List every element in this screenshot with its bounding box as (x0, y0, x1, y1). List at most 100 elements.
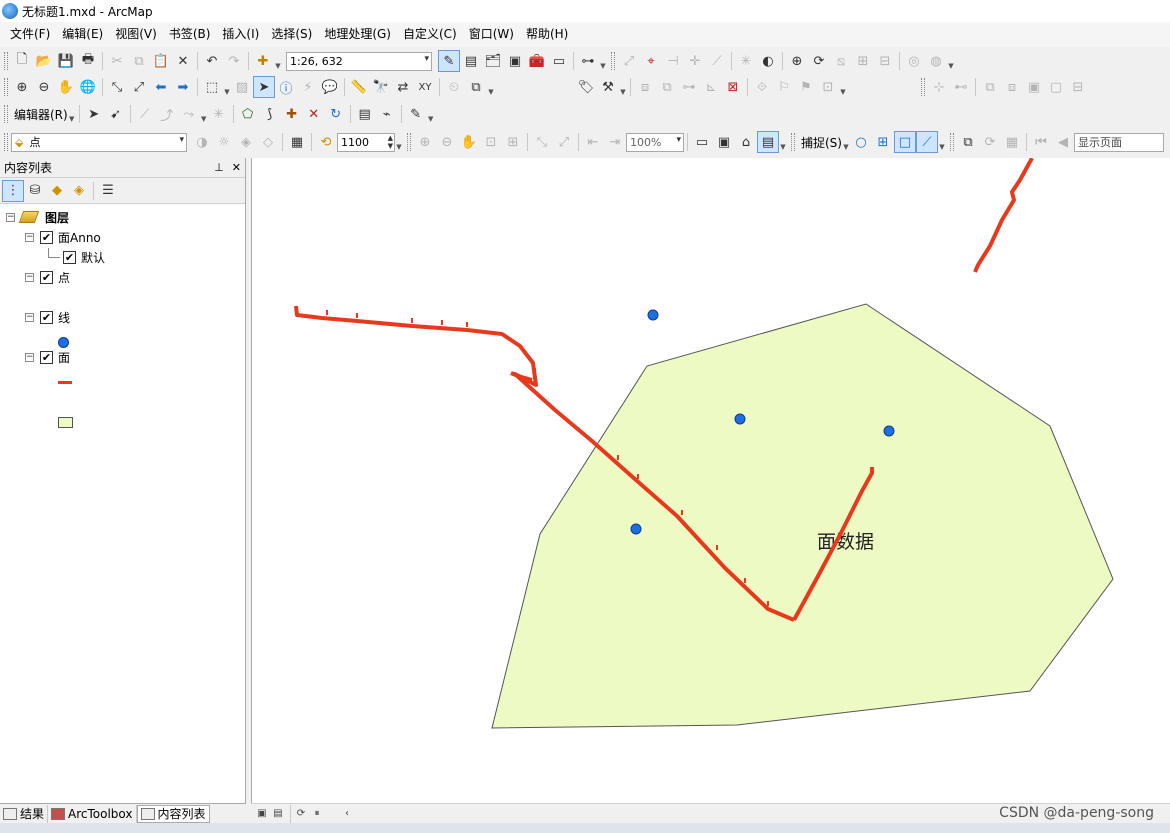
cut-icon[interactable]: ✂ (106, 50, 128, 72)
trace-icon[interactable]: ⟋ (706, 50, 728, 72)
menu-bookmarks[interactable]: 书签(B) (163, 22, 217, 47)
fixed-out-icon[interactable]: ⤢ (553, 131, 575, 153)
layer-row-polygons[interactable]: − ✔ 面 (25, 348, 70, 366)
list-by-selection-icon[interactable]: ◈ (68, 180, 90, 202)
select-elements-arrow-icon[interactable]: ➤ (253, 76, 275, 98)
edge-snapping-icon[interactable]: ⟋ (915, 131, 938, 153)
redo-icon[interactable]: ↷ (223, 50, 245, 72)
generalize-icon[interactable]: ✳ (735, 50, 757, 72)
full-extent-globe-icon[interactable]: 🌐 (77, 76, 99, 98)
zoom-out-icon[interactable]: ⊖ (33, 76, 55, 98)
save-icon[interactable]: 💾 (55, 50, 77, 72)
fixed-in-icon[interactable]: ⤡ (531, 131, 553, 153)
change-layout-icon[interactable]: ⌂ (735, 131, 757, 153)
model-builder-icon[interactable]: ⊶ (577, 50, 599, 72)
editor-toolbar-icon[interactable]: ✎ (438, 50, 460, 72)
trace-segment-icon[interactable]: ⤳ (178, 103, 200, 125)
close-icon[interactable]: ✕ (232, 161, 241, 174)
rotate-data-frame-icon[interactable]: ⟲ (315, 131, 337, 153)
toolbar-grip[interactable] (4, 105, 8, 123)
toolbar-grip[interactable] (4, 133, 8, 151)
layout-view-icon[interactable]: ▤ (271, 807, 285, 821)
edit-annotation-icon[interactable]: ➹ (105, 103, 127, 125)
class-visibility-checkbox[interactable]: ✔ (63, 250, 76, 264)
spinner-arrows-icon[interactable]: ▲ ▼ (388, 134, 393, 150)
menu-edit[interactable]: 编辑(E) (56, 22, 109, 47)
collapse-icon[interactable]: − (25, 232, 34, 242)
print-icon[interactable]: 🖶 (77, 50, 99, 72)
focus-data-frame-icon[interactable]: ▣ (713, 131, 735, 153)
split-tool-icon[interactable]: ✕ (303, 103, 325, 125)
layer-row-lines[interactable]: − ✔ 线 (25, 308, 70, 326)
transparency-icon[interactable]: ◈ (235, 131, 257, 153)
pin-icon[interactable]: ⊥ (214, 161, 224, 174)
point-feature[interactable] (734, 413, 746, 425)
line-intersection-icon[interactable]: ⊾ (700, 76, 722, 98)
scroll-left-icon[interactable]: ‹ (340, 807, 354, 821)
line-feature[interactable] (510, 371, 533, 382)
forward-arrow-icon[interactable]: ➡ (172, 76, 194, 98)
construct-features-icon[interactable]: ⊠ (722, 76, 744, 98)
point-feature[interactable] (630, 523, 642, 535)
tab-results[interactable]: 结果 (0, 804, 49, 823)
create-viewer-window-icon[interactable]: ⧉ (465, 76, 487, 98)
fixed-zoom-out-icon[interactable]: ⤢ (128, 76, 150, 98)
editor-menu-label[interactable]: 编辑器(R) (11, 106, 71, 123)
toolbar-grip[interactable] (611, 52, 615, 70)
pan-hand-icon[interactable]: ✋ (55, 76, 77, 98)
previous-page-icon[interactable]: ◀ (1052, 131, 1074, 153)
toolbar-overflow-icon[interactable]: ▼ (938, 131, 946, 153)
send-back-icon[interactable]: ▢ (1045, 76, 1067, 98)
annotation-class-row[interactable]: ✔ 默认 (48, 248, 105, 266)
toolbar-overflow-icon[interactable]: ▼ (487, 76, 495, 98)
time-slider-icon[interactable]: ⏲ (443, 76, 465, 98)
line-feature[interactable] (973, 158, 1034, 273)
toolbar-overflow-icon[interactable]: ▼ (947, 50, 955, 72)
search-window-icon[interactable]: ▣ (504, 50, 526, 72)
collapse-icon[interactable]: − (25, 272, 34, 282)
find-binoculars-icon[interactable]: 🔭 (370, 76, 392, 98)
tab-arctoolbox[interactable]: ArcToolbox (48, 804, 137, 823)
pause-drawing-icon[interactable]: ⏸ (310, 807, 324, 821)
add-data-dropdown-icon[interactable]: ▼ (274, 50, 282, 72)
toolbar-grip[interactable] (4, 78, 8, 96)
contrast-icon[interactable]: ◑ (191, 131, 213, 153)
segment-dropdown-icon[interactable]: ▼ (200, 103, 208, 125)
point-tool-icon[interactable]: ✳ (208, 103, 230, 125)
align-icon[interactable]: ⊟ (1067, 76, 1089, 98)
cut-polygons-icon[interactable]: ✚ (281, 103, 303, 125)
list-by-source-icon[interactable]: ⛁ (24, 180, 46, 202)
next-extent-icon[interactable]: ⇥ (604, 131, 626, 153)
copy-icon[interactable]: ⧉ (128, 50, 150, 72)
georef-link-icon[interactable]: ⊷ (950, 76, 972, 98)
end-point-arc-icon[interactable]: ⤴ (156, 103, 178, 125)
add-data-icon[interactable]: ✚ (252, 50, 274, 72)
show-shared-features-icon[interactable]: ⊡ (817, 76, 839, 98)
delete-icon[interactable]: ✕ (172, 50, 194, 72)
list-by-drawing-order-icon[interactable]: ⋮ (2, 179, 24, 202)
build-topology-icon[interactable]: ⊟ (874, 50, 896, 72)
data-driven-setup-icon[interactable]: ⧉ (957, 131, 979, 153)
swipe-icon[interactable]: ◇ (257, 131, 279, 153)
spatial-adjust-icon[interactable]: ⊕ (786, 50, 808, 72)
straight-segment-icon[interactable]: ⟋ (134, 103, 156, 125)
paste-icon[interactable]: 📋 (150, 50, 172, 72)
layer-visibility-checkbox[interactable]: ✔ (40, 270, 53, 284)
refresh-topology-icon[interactable]: ⟳ (808, 50, 830, 72)
split-icon[interactable]: ⊣ (662, 50, 684, 72)
toc-options-icon[interactable]: ☰ (97, 180, 119, 202)
edit-tool-icon[interactable]: ⤢ (618, 50, 640, 72)
align-edge-icon[interactable]: ⊞ (852, 50, 874, 72)
layer-visibility-checkbox[interactable]: ✔ (40, 350, 53, 364)
edit-vertices-tool-icon[interactable]: ⬠ (237, 103, 259, 125)
python-window-icon[interactable]: ▭ (548, 50, 570, 72)
curve-icon[interactable]: ◍ (925, 50, 947, 72)
find-route-icon[interactable]: ⇄ (392, 76, 414, 98)
fixed-zoom-in-icon[interactable]: ⤡ (106, 76, 128, 98)
attributes-icon[interactable]: 🏷 (575, 76, 597, 98)
snapping-menu-label[interactable]: 捕捉(S) (798, 134, 845, 151)
polygon-annotation-label[interactable]: 面数据 (817, 531, 874, 553)
share-geometry-icon[interactable]: ⧉ (656, 76, 678, 98)
menu-selection[interactable]: 选择(S) (265, 22, 318, 47)
menu-insert[interactable]: 插入(I) (216, 22, 265, 47)
